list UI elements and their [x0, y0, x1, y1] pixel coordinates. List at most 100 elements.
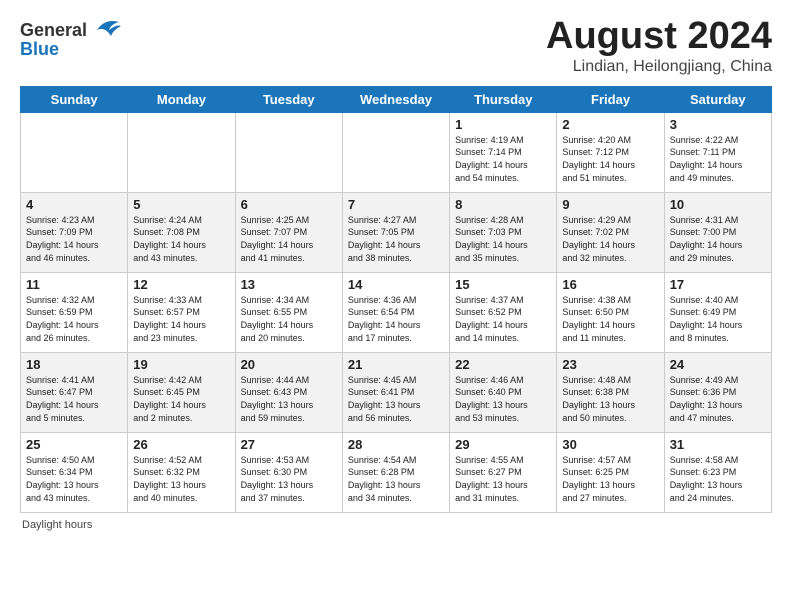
day-info: Sunrise: 4:36 AM Sunset: 6:54 PM Dayligh…	[348, 294, 444, 344]
day-info: Sunrise: 4:42 AM Sunset: 6:45 PM Dayligh…	[133, 374, 229, 424]
weekday-header-monday: Monday	[128, 86, 235, 112]
day-info: Sunrise: 4:50 AM Sunset: 6:34 PM Dayligh…	[26, 454, 122, 504]
day-number: 12	[133, 277, 229, 292]
calendar-cell: 23Sunrise: 4:48 AM Sunset: 6:38 PM Dayli…	[557, 352, 664, 432]
calendar-cell: 21 Sunrise: 4:45 AM Sunset: 6:41 PM Dayli…	[342, 352, 449, 432]
calendar-cell: 14 Sunrise: 4:36 AM Sunset: 6:54 PM Dayli…	[342, 272, 449, 352]
day-info: Sunrise: 4:55 AM Sunset: 6:27 PM Dayligh…	[455, 454, 551, 504]
day-info: Sunrise: 4:46 AM Sunset: 6:40 PM Dayligh…	[455, 374, 551, 424]
day-info: Sunrise: 4:40 AM Sunset: 6:49 PM Dayligh…	[670, 294, 766, 344]
calendar-cell: 12 Sunrise: 4:33 AM Sunset: 6:57 PM Dayli…	[128, 272, 235, 352]
logo-text-blue: Blue	[20, 40, 59, 58]
day-info: Sunrise: 4:37 AM Sunset: 6:52 PM Dayligh…	[455, 294, 551, 344]
day-number: 28	[348, 437, 444, 452]
weekday-header-sunday: Sunday	[21, 86, 128, 112]
calendar-cell: 15 Sunrise: 4:37 AM Sunset: 6:52 PM Dayli…	[450, 272, 557, 352]
calendar-cell: 22Sunrise: 4:46 AM Sunset: 6:40 PM Dayli…	[450, 352, 557, 432]
day-info: Sunrise: 4:49 AM Sunset: 6:36 PM Dayligh…	[670, 374, 766, 424]
day-info: Sunrise: 4:34 AM Sunset: 6:55 PM Dayligh…	[241, 294, 337, 344]
calendar-cell	[21, 112, 128, 192]
weekday-header-row: SundayMondayTuesdayWednesdayThursdayFrid…	[21, 86, 772, 112]
calendar-table: SundayMondayTuesdayWednesdayThursdayFrid…	[20, 86, 772, 513]
day-info: Sunrise: 4:57 AM Sunset: 6:25 PM Dayligh…	[562, 454, 658, 504]
calendar-cell: 13 Sunrise: 4:34 AM Sunset: 6:55 PM Dayli…	[235, 272, 342, 352]
calendar-cell: 31Sunrise: 4:58 AM Sunset: 6:23 PM Dayli…	[664, 432, 771, 512]
calendar-cell: 26Sunrise: 4:52 AM Sunset: 6:32 PM Dayli…	[128, 432, 235, 512]
day-info: Sunrise: 4:54 AM Sunset: 6:28 PM Dayligh…	[348, 454, 444, 504]
day-info: Sunrise: 4:23 AM Sunset: 7:09 PM Dayligh…	[26, 214, 122, 264]
month-title: August 2024	[546, 16, 772, 58]
calendar-cell: 7 Sunrise: 4:27 AM Sunset: 7:05 PM Daylig…	[342, 192, 449, 272]
day-info: Sunrise: 4:25 AM Sunset: 7:07 PM Dayligh…	[241, 214, 337, 264]
logo: General Blue	[20, 16, 121, 58]
calendar-cell: 18 Sunrise: 4:41 AM Sunset: 6:47 PM Dayli…	[21, 352, 128, 432]
calendar-cell: 28 Sunrise: 4:54 AM Sunset: 6:28 PM Dayli…	[342, 432, 449, 512]
calendar-cell: 27Sunrise: 4:53 AM Sunset: 6:30 PM Dayli…	[235, 432, 342, 512]
calendar-cell: 4 Sunrise: 4:23 AM Sunset: 7:09 PM Daylig…	[21, 192, 128, 272]
day-number: 14	[348, 277, 444, 292]
calendar-week-row: 25 Sunrise: 4:50 AM Sunset: 6:34 PM Dayli…	[21, 432, 772, 512]
day-number: 29	[455, 437, 551, 452]
calendar-cell: 29 Sunrise: 4:55 AM Sunset: 6:27 PM Dayli…	[450, 432, 557, 512]
logo-text-general: General	[20, 21, 87, 39]
day-number: 26	[133, 437, 229, 452]
page: General Blue August 2024 Lindian, Heilon…	[0, 0, 792, 612]
calendar-cell: 8Sunrise: 4:28 AM Sunset: 7:03 PM Daylig…	[450, 192, 557, 272]
day-info: Sunrise: 4:24 AM Sunset: 7:08 PM Dayligh…	[133, 214, 229, 264]
day-number: 10	[670, 197, 766, 212]
day-number: 27	[241, 437, 337, 452]
day-number: 7	[348, 197, 444, 212]
day-number: 21	[348, 357, 444, 372]
day-info: Sunrise: 4:41 AM Sunset: 6:47 PM Dayligh…	[26, 374, 122, 424]
day-number: 17	[670, 277, 766, 292]
location-title: Lindian, Heilongjiang, China	[546, 58, 772, 76]
calendar-cell	[128, 112, 235, 192]
day-number: 8	[455, 197, 551, 212]
calendar-week-row: 18 Sunrise: 4:41 AM Sunset: 6:47 PM Dayli…	[21, 352, 772, 432]
calendar-week-row: 4 Sunrise: 4:23 AM Sunset: 7:09 PM Daylig…	[21, 192, 772, 272]
calendar-cell: 5 Sunrise: 4:24 AM Sunset: 7:08 PM Daylig…	[128, 192, 235, 272]
calendar-cell	[342, 112, 449, 192]
day-number: 25	[26, 437, 122, 452]
weekday-header-tuesday: Tuesday	[235, 86, 342, 112]
day-info: Sunrise: 4:29 AM Sunset: 7:02 PM Dayligh…	[562, 214, 658, 264]
day-info: Sunrise: 4:27 AM Sunset: 7:05 PM Dayligh…	[348, 214, 444, 264]
calendar-cell	[235, 112, 342, 192]
day-number: 11	[26, 277, 122, 292]
calendar-cell: 25 Sunrise: 4:50 AM Sunset: 6:34 PM Dayli…	[21, 432, 128, 512]
calendar-cell: 6 Sunrise: 4:25 AM Sunset: 7:07 PM Daylig…	[235, 192, 342, 272]
calendar-cell: 9 Sunrise: 4:29 AM Sunset: 7:02 PM Daylig…	[557, 192, 664, 272]
day-number: 31	[670, 437, 766, 452]
day-number: 9	[562, 197, 658, 212]
day-info: Sunrise: 4:20 AM Sunset: 7:12 PM Dayligh…	[562, 134, 658, 184]
day-number: 18	[26, 357, 122, 372]
footer: Daylight hours	[20, 519, 772, 531]
calendar-cell: 11Sunrise: 4:32 AM Sunset: 6:59 PM Dayli…	[21, 272, 128, 352]
day-info: Sunrise: 4:31 AM Sunset: 7:00 PM Dayligh…	[670, 214, 766, 264]
day-number: 24	[670, 357, 766, 372]
header: General Blue August 2024 Lindian, Heilon…	[20, 16, 772, 76]
logo-bird-icon	[89, 16, 121, 44]
day-number: 6	[241, 197, 337, 212]
title-block: August 2024 Lindian, Heilongjiang, China	[546, 16, 772, 76]
calendar-cell: 24 Sunrise: 4:49 AM Sunset: 6:36 PM Dayli…	[664, 352, 771, 432]
day-info: Sunrise: 4:33 AM Sunset: 6:57 PM Dayligh…	[133, 294, 229, 344]
calendar-week-row: 11Sunrise: 4:32 AM Sunset: 6:59 PM Dayli…	[21, 272, 772, 352]
calendar-cell: 20Sunrise: 4:44 AM Sunset: 6:43 PM Dayli…	[235, 352, 342, 432]
day-info: Sunrise: 4:45 AM Sunset: 6:41 PM Dayligh…	[348, 374, 444, 424]
weekday-header-thursday: Thursday	[450, 86, 557, 112]
calendar-cell: 17 Sunrise: 4:40 AM Sunset: 6:49 PM Dayli…	[664, 272, 771, 352]
calendar-cell: 1Sunrise: 4:19 AM Sunset: 7:14 PM Daylig…	[450, 112, 557, 192]
calendar-cell: 2Sunrise: 4:20 AM Sunset: 7:12 PM Daylig…	[557, 112, 664, 192]
calendar-cell: 3Sunrise: 4:22 AM Sunset: 7:11 PM Daylig…	[664, 112, 771, 192]
day-info: Sunrise: 4:22 AM Sunset: 7:11 PM Dayligh…	[670, 134, 766, 184]
calendar-week-row: 1Sunrise: 4:19 AM Sunset: 7:14 PM Daylig…	[21, 112, 772, 192]
day-number: 15	[455, 277, 551, 292]
day-info: Sunrise: 4:48 AM Sunset: 6:38 PM Dayligh…	[562, 374, 658, 424]
day-info: Sunrise: 4:38 AM Sunset: 6:50 PM Dayligh…	[562, 294, 658, 344]
daylight-hours-label: Daylight hours	[22, 519, 92, 531]
day-number: 5	[133, 197, 229, 212]
calendar-cell: 10 Sunrise: 4:31 AM Sunset: 7:00 PM Dayli…	[664, 192, 771, 272]
day-number: 4	[26, 197, 122, 212]
day-number: 13	[241, 277, 337, 292]
